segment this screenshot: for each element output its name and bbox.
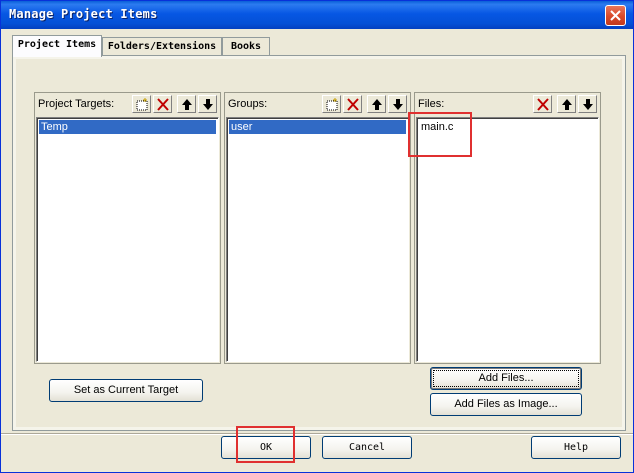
files-list[interactable]: main.c	[416, 117, 599, 362]
close-icon	[610, 10, 621, 21]
cancel-label: Cancel	[348, 442, 386, 453]
ok-label: OK	[259, 442, 273, 453]
groups-label: Groups:	[228, 98, 268, 110]
move-target-down-button[interactable]	[198, 95, 217, 113]
list-item-group[interactable]: user	[229, 120, 406, 134]
project-targets-list[interactable]: Temp	[36, 117, 219, 362]
delete-icon	[157, 98, 169, 111]
list-item-file[interactable]: main.c	[419, 120, 596, 134]
move-down-icon	[583, 99, 593, 110]
add-files-button[interactable]: Add Files...	[430, 367, 582, 390]
delete-group-button[interactable]	[343, 95, 362, 113]
help-button[interactable]: Help	[531, 436, 621, 459]
set-as-current-target-label: Set as Current Target	[73, 384, 179, 396]
move-file-up-button[interactable]	[557, 95, 576, 113]
project-targets-panel: Project Targets: Temp	[34, 92, 221, 364]
new-target-button[interactable]	[132, 95, 151, 113]
new-group-button[interactable]	[322, 95, 341, 113]
project-targets-header: Project Targets:	[35, 93, 220, 116]
title-bar: Manage Project Items	[1, 1, 633, 29]
move-down-icon	[393, 99, 403, 110]
groups-list[interactable]: user	[226, 117, 409, 362]
new-item-icon	[136, 98, 148, 111]
delete-icon	[347, 98, 359, 111]
move-group-down-button[interactable]	[388, 95, 407, 113]
close-button[interactable]	[605, 5, 626, 26]
tab-books-label: Books	[230, 41, 262, 52]
set-as-current-target-button[interactable]: Set as Current Target	[49, 379, 203, 402]
files-panel: Files: main.c	[414, 92, 601, 364]
groups-header: Groups:	[225, 93, 410, 116]
list-item-target[interactable]: Temp	[39, 120, 216, 134]
move-up-icon	[182, 99, 192, 110]
tab-folders-extensions-label: Folders/Extensions	[107, 41, 217, 52]
manage-project-items-dialog: Manage Project Items Project Items Folde…	[0, 0, 634, 473]
project-targets-label: Project Targets:	[38, 98, 115, 110]
files-label: Files:	[418, 98, 445, 110]
add-files-as-image-label: Add Files as Image...	[454, 398, 558, 410]
tab-project-items-label: Project Items	[17, 39, 97, 50]
groups-panel: Groups: user	[224, 92, 411, 364]
move-down-icon	[203, 99, 213, 110]
move-up-icon	[372, 99, 382, 110]
tab-books[interactable]: Books	[222, 37, 270, 57]
move-up-icon	[562, 99, 572, 110]
new-item-icon	[326, 98, 338, 111]
help-label: Help	[563, 442, 589, 453]
bottom-separator	[1, 433, 633, 435]
files-header: Files:	[415, 93, 600, 116]
tab-folders-extensions[interactable]: Folders/Extensions	[102, 37, 222, 57]
move-file-down-button[interactable]	[578, 95, 597, 113]
delete-target-button[interactable]	[153, 95, 172, 113]
delete-icon	[537, 98, 549, 111]
add-files-as-image-button[interactable]: Add Files as Image...	[430, 393, 582, 416]
window-title: Manage Project Items	[9, 7, 158, 21]
move-group-up-button[interactable]	[367, 95, 386, 113]
ok-button[interactable]: OK	[221, 436, 311, 459]
cancel-button[interactable]: Cancel	[322, 436, 412, 459]
move-target-up-button[interactable]	[177, 95, 196, 113]
focus-rect	[433, 370, 579, 387]
delete-file-button[interactable]	[533, 95, 552, 113]
tab-project-items[interactable]: Project Items	[12, 35, 102, 57]
